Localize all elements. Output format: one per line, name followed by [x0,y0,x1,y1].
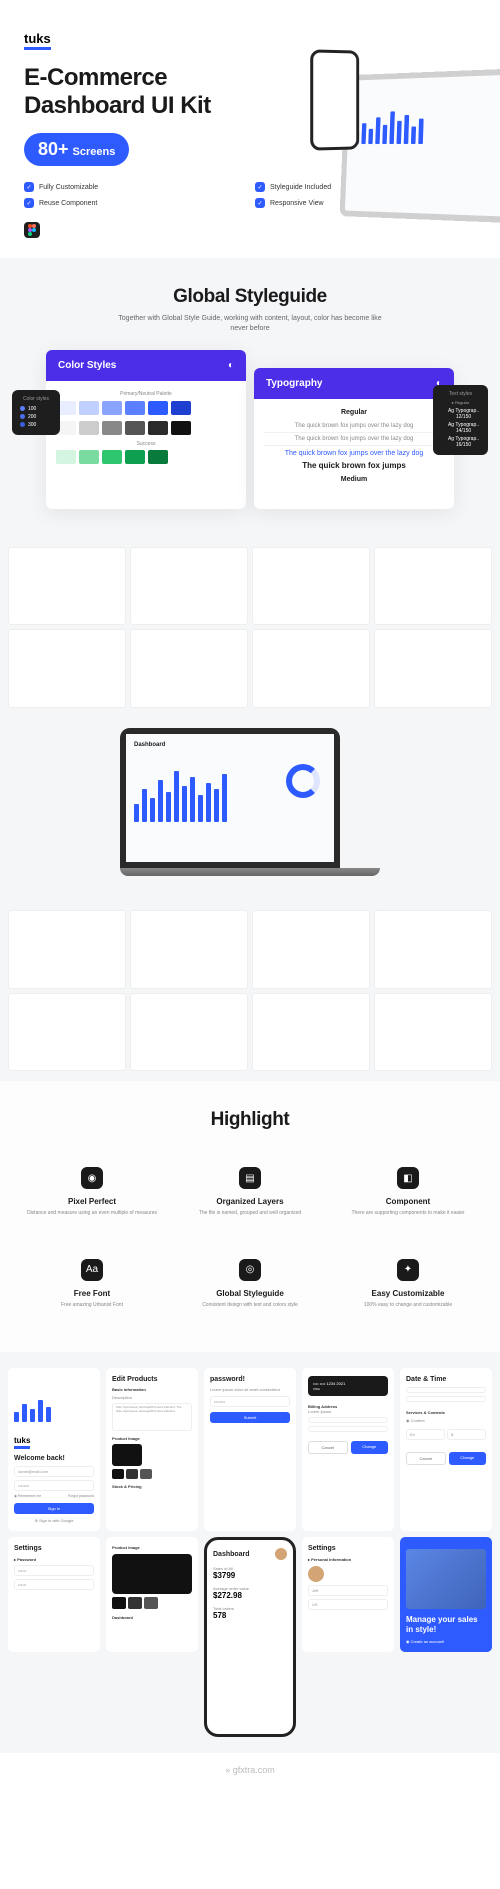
screen-thumbnail [8,993,126,1072]
phone-mockup [310,49,359,150]
avatar [275,1548,287,1560]
screen-thumbnail [8,629,126,708]
screen-thumbnail [374,910,492,989]
signin-button[interactable]: Sign In [14,1503,94,1514]
screen-thumbnail [130,993,248,1072]
billing-card: •••• •••• 1234 2021VISA Billing Address … [302,1368,394,1531]
submit-button[interactable]: Submit [210,1412,290,1423]
personal-info-card: Settings ▸ Personal Information Jeff US [302,1537,394,1651]
edit-product-card: Edit Products Basic information Descript… [106,1368,198,1531]
section-subtitle: Together with Global Style Guide, workin… [115,314,385,334]
cap-image [112,1554,192,1594]
highlight-card: ◎Global StyleguideConsistent design with… [176,1243,324,1325]
screen-thumbnail [374,629,492,708]
highlight-section: Highlight ◉Pixel PerfectDistance and mea… [0,1081,500,1352]
section-title: Highlight [18,1109,482,1131]
feature-item: ✓Reuse Component [24,198,245,208]
styleguide-section: Global Styleguide Together with Global S… [0,258,500,537]
component-icon: ◧ [397,1167,419,1189]
laptop-mockup [340,66,500,225]
styleguide-icon: ◎ [239,1259,261,1281]
section-title: Global Styleguide [18,286,482,308]
layers-icon: ▤ [239,1167,261,1189]
highlight-card: ▤Organized LayersThe file is named, grou… [176,1151,324,1233]
customize-icon: ✦ [397,1259,419,1281]
product-image [112,1444,142,1466]
feature-item: ✓Fully Customizable [24,182,245,192]
screen-thumbnail [252,547,370,626]
screens-badge: 80+Screens [24,133,129,166]
screen-thumbnail [130,547,248,626]
screens-grid-bottom [0,900,500,1081]
screen-thumbnail [252,910,370,989]
check-icon: ✓ [255,182,265,192]
highlight-card: ◧ComponentThere are supporting component… [334,1151,482,1233]
password-card: password! Lorem ipsum dolor sit amet con… [204,1368,296,1531]
font-icon: Aa [81,1259,103,1281]
check-icon: ✓ [24,198,34,208]
settings-card: Settings ▸ Password •••••• •••••• [8,1537,100,1651]
screen-thumbnail [8,547,126,626]
screen-thumbnail [374,547,492,626]
screens-grid-top [0,537,500,718]
color-styles-card: Color Styles◐ Primary/Neutral Palette Su… [46,350,246,509]
dashboard-phone: Dashboard Sales of All$3799 Average orde… [204,1537,296,1737]
mobile-screens-grid: tuks Welcome back! name@mail.com •••••••… [0,1352,500,1753]
lifestyle-image [406,1549,486,1609]
check-icon: ✓ [255,198,265,208]
donut-chart-icon [286,764,320,798]
color-popup: Color styles 100 200 300 [12,390,60,435]
product-image-card: Product Image Dashboard [106,1537,198,1651]
screen-thumbnail [130,629,248,708]
screen-thumbnail [252,629,370,708]
text-styles-popup: Text styles ▸ Regular Ag Typograp.. 12/1… [433,385,488,455]
avatar [308,1566,324,1582]
screen-thumbnail [252,993,370,1072]
hero-section: tuks E-CommerceDashboard UI Kit 80+Scree… [0,0,500,258]
datetime-card: Date & Time Services & Contents ◉ Conten… [400,1368,492,1531]
typography-card: Typography◐ Regular The quick brown fox … [254,368,454,509]
highlight-card: ◉Pixel PerfectDistance and measure using… [18,1151,166,1233]
highlight-card: ✦Easy Customizable100% easy to change an… [334,1243,482,1325]
pixel-perfect-icon: ◉ [81,1167,103,1189]
screen-thumbnail [8,910,126,989]
stats-card: tuks Welcome back! name@mail.com •••••••… [8,1368,100,1531]
screen-thumbnail [130,910,248,989]
brand-logo: tuks [24,31,51,50]
check-icon: ✓ [24,182,34,192]
watermark: » gfxtra.com [0,1753,500,1787]
device-mockups [290,40,500,240]
promo-card: Manage your sales in style! ◉ Create an … [400,1537,492,1651]
logo-icon: ◐ [228,360,234,371]
bar-chart-icon [14,1396,94,1422]
screen-thumbnail [374,993,492,1072]
center-laptop: Dashboard [0,718,500,900]
figma-icon [24,222,40,238]
bar-chart-icon [354,102,500,144]
highlight-card: AaFree FontFree amazing Urbanist Font [18,1243,166,1325]
